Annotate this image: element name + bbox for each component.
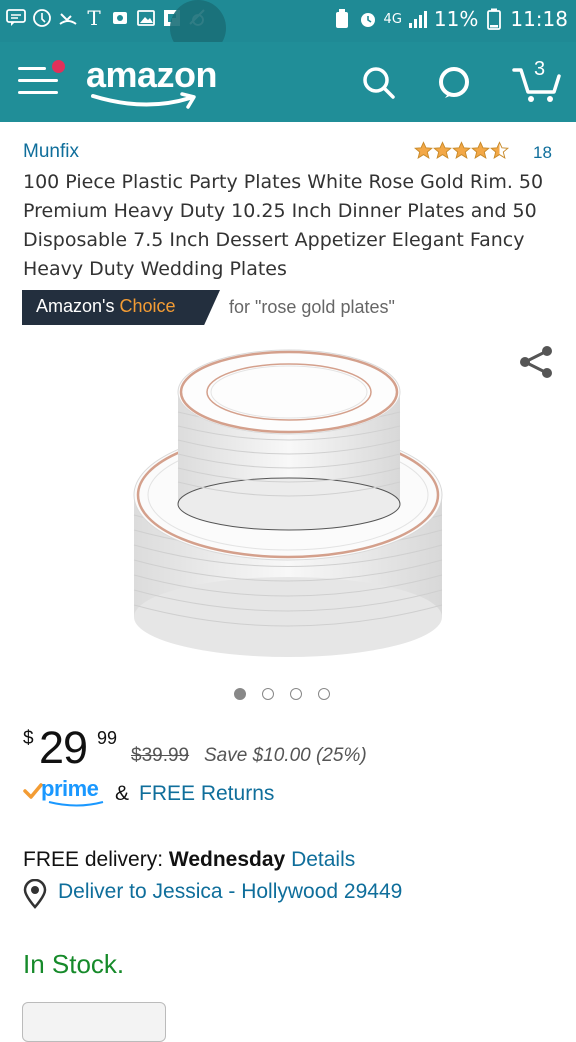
- rating-stars[interactable]: [414, 141, 509, 160]
- share-icon: [520, 346, 552, 378]
- star-icon: [452, 141, 471, 159]
- share-button[interactable]: [516, 344, 556, 380]
- signal-icon: [408, 9, 428, 29]
- app-badge-icon: [110, 8, 130, 28]
- menu-button[interactable]: [18, 58, 67, 100]
- system-icons: 4G 11% 11:18: [332, 7, 568, 31]
- carousel-dot[interactable]: [318, 688, 330, 700]
- search-icon: [363, 67, 395, 99]
- star-icon: [433, 141, 452, 159]
- star-icon: [490, 141, 509, 159]
- badge-text: Amazon's Choice: [36, 296, 176, 317]
- menu-icon-line: [18, 79, 58, 82]
- message-icon: [6, 8, 26, 28]
- quantity-select[interactable]: [22, 1002, 166, 1042]
- price-whole: 29: [39, 722, 88, 773]
- badge-keyword: for "rose gold plates": [229, 297, 395, 317]
- battery-saver-icon: [332, 9, 352, 29]
- battery-icon: [484, 8, 504, 30]
- carousel-dot[interactable]: [290, 688, 302, 700]
- smile-arrow-icon: [91, 92, 196, 109]
- deliver-to-link[interactable]: Deliver to Jessica - Hollywood 29449: [58, 880, 402, 904]
- t-mobile-icon: T: [87, 6, 101, 30]
- cart-count: 3: [534, 58, 546, 80]
- cart-button[interactable]: 3: [512, 58, 562, 102]
- badge-choice-word: Choice: [119, 296, 176, 316]
- location-pin-icon: [23, 879, 47, 909]
- search-button[interactable]: [358, 62, 398, 102]
- stock-status: In Stock.: [23, 949, 125, 979]
- list-price: $39.99: [131, 745, 190, 766]
- delivery-details-link[interactable]: Details: [291, 848, 355, 871]
- prime-label: prime: [41, 776, 99, 801]
- missed-call-icon: [58, 8, 78, 28]
- status-bar: T 4G 11% 11:18: [0, 0, 576, 56]
- carousel-dot[interactable]: [262, 688, 274, 700]
- battery-percent: 11%: [433, 7, 479, 31]
- alexa-button[interactable]: [434, 62, 474, 102]
- menu-icon-line: [18, 91, 58, 94]
- plates-image: [133, 349, 443, 657]
- gallery-icon: [136, 8, 156, 28]
- brand-link[interactable]: Munfix: [23, 141, 79, 163]
- network-type: 4G: [383, 11, 402, 27]
- menu-icon: [18, 67, 46, 70]
- prime-check-icon: [23, 783, 43, 799]
- product-title: 100 Piece Plastic Party Plates White Ros…: [23, 171, 544, 280]
- clock: 11:18: [510, 7, 568, 31]
- alexa-icon: [439, 67, 469, 98]
- notification-dot: [50, 58, 67, 75]
- delivery-prefix: FREE delivery:: [23, 848, 164, 871]
- image-carousel-dots[interactable]: [234, 688, 330, 700]
- prime-swoosh-icon: [48, 801, 104, 807]
- ampersand: &: [115, 782, 130, 805]
- star-icon: [471, 141, 490, 159]
- product-image[interactable]: [120, 340, 456, 670]
- amazon-logo[interactable]: amazon: [86, 52, 226, 110]
- savings: Save $10.00 (25%): [204, 745, 367, 766]
- delivery-info: FREE delivery: Wednesday Details: [23, 848, 355, 872]
- free-returns-link[interactable]: FREE Returns: [139, 782, 274, 806]
- badge-prefix: Amazon's: [36, 296, 115, 316]
- rating-count[interactable]: 18: [533, 143, 552, 163]
- amazons-choice-badge: Amazon's Choice: [22, 290, 220, 325]
- price-fraction: 99: [97, 728, 118, 748]
- app-header: amazon 3: [0, 42, 576, 122]
- logo-text: amazon: [86, 54, 218, 95]
- carousel-dot[interactable]: [234, 688, 246, 700]
- app-notification-icon: [32, 8, 52, 28]
- star-icon: [414, 141, 433, 159]
- delivery-day: Wednesday: [168, 848, 286, 871]
- prime-badge: prime: [23, 776, 113, 807]
- alarm-icon: [358, 9, 378, 29]
- price-currency: $: [23, 728, 34, 749]
